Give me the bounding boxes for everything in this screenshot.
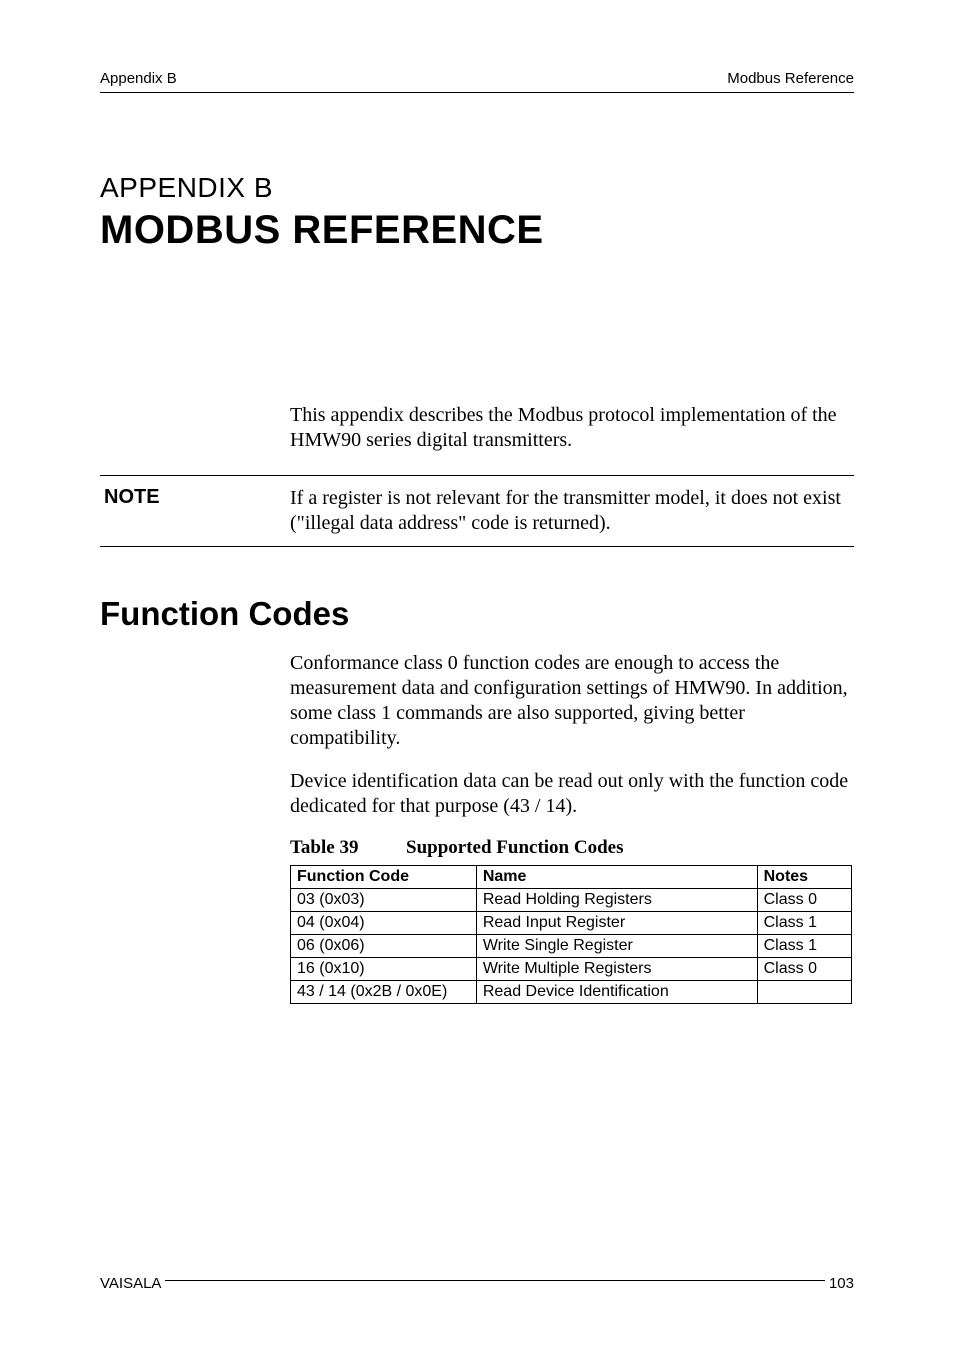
table-row: 03 (0x03) Read Holding Registers Class 0 bbox=[291, 889, 852, 912]
footer-rule bbox=[165, 1270, 825, 1281]
cell-notes: Class 1 bbox=[757, 912, 851, 935]
table-row: 04 (0x04) Read Input Register Class 1 bbox=[291, 912, 852, 935]
cell-name: Write Multiple Registers bbox=[476, 958, 757, 981]
table-header-notes: Notes bbox=[757, 866, 851, 889]
cell-name: Read Holding Registers bbox=[476, 889, 757, 912]
header-left: Appendix B bbox=[100, 70, 177, 87]
table-caption-title: Supported Function Codes bbox=[406, 837, 624, 858]
cell-code: 04 (0x04) bbox=[291, 912, 477, 935]
appendix-title: MODBUS REFERENCE bbox=[100, 208, 854, 253]
footer-page-number: 103 bbox=[829, 1275, 854, 1292]
cell-code: 16 (0x10) bbox=[291, 958, 477, 981]
page-header: Appendix B Modbus Reference bbox=[100, 70, 854, 87]
function-codes-table: Function Code Name Notes 03 (0x03) Read … bbox=[290, 865, 852, 1004]
table-row: 16 (0x10) Write Multiple Registers Class… bbox=[291, 958, 852, 981]
cell-notes bbox=[757, 981, 851, 1004]
table-header-name: Name bbox=[476, 866, 757, 889]
section-heading: Function Codes bbox=[100, 595, 854, 633]
cell-name: Write Single Register bbox=[476, 935, 757, 958]
intro-paragraph: This appendix describes the Modbus proto… bbox=[290, 403, 854, 453]
header-rule bbox=[100, 92, 854, 93]
cell-notes: Class 1 bbox=[757, 935, 851, 958]
table-header-code: Function Code bbox=[291, 866, 477, 889]
table-caption: Table 39Supported Function Codes bbox=[290, 837, 854, 859]
note-text: If a register is not relevant for the tr… bbox=[290, 486, 850, 536]
body-paragraph-2: Device identification data can be read o… bbox=[290, 769, 854, 819]
cell-code: 06 (0x06) bbox=[291, 935, 477, 958]
cell-name: Read Input Register bbox=[476, 912, 757, 935]
cell-name: Read Device Identification bbox=[476, 981, 757, 1004]
note-box: NOTE If a register is not relevant for t… bbox=[100, 475, 854, 547]
appendix-label: APPENDIX B bbox=[100, 172, 854, 204]
table-caption-label: Table 39 bbox=[290, 837, 406, 859]
table-header-row: Function Code Name Notes bbox=[291, 866, 852, 889]
cell-notes: Class 0 bbox=[757, 958, 851, 981]
header-right: Modbus Reference bbox=[727, 70, 854, 87]
note-label: NOTE bbox=[104, 486, 290, 509]
cell-code: 03 (0x03) bbox=[291, 889, 477, 912]
page-footer: VAISALA 103 bbox=[100, 1275, 854, 1292]
page: Appendix B Modbus Reference APPENDIX B M… bbox=[0, 0, 954, 1350]
table-row: 06 (0x06) Write Single Register Class 1 bbox=[291, 935, 852, 958]
cell-code: 43 / 14 (0x2B / 0x0E) bbox=[291, 981, 477, 1004]
body-paragraph-1: Conformance class 0 function codes are e… bbox=[290, 651, 854, 751]
cell-notes: Class 0 bbox=[757, 889, 851, 912]
table-row: 43 / 14 (0x2B / 0x0E) Read Device Identi… bbox=[291, 981, 852, 1004]
footer-left: VAISALA bbox=[100, 1275, 161, 1292]
